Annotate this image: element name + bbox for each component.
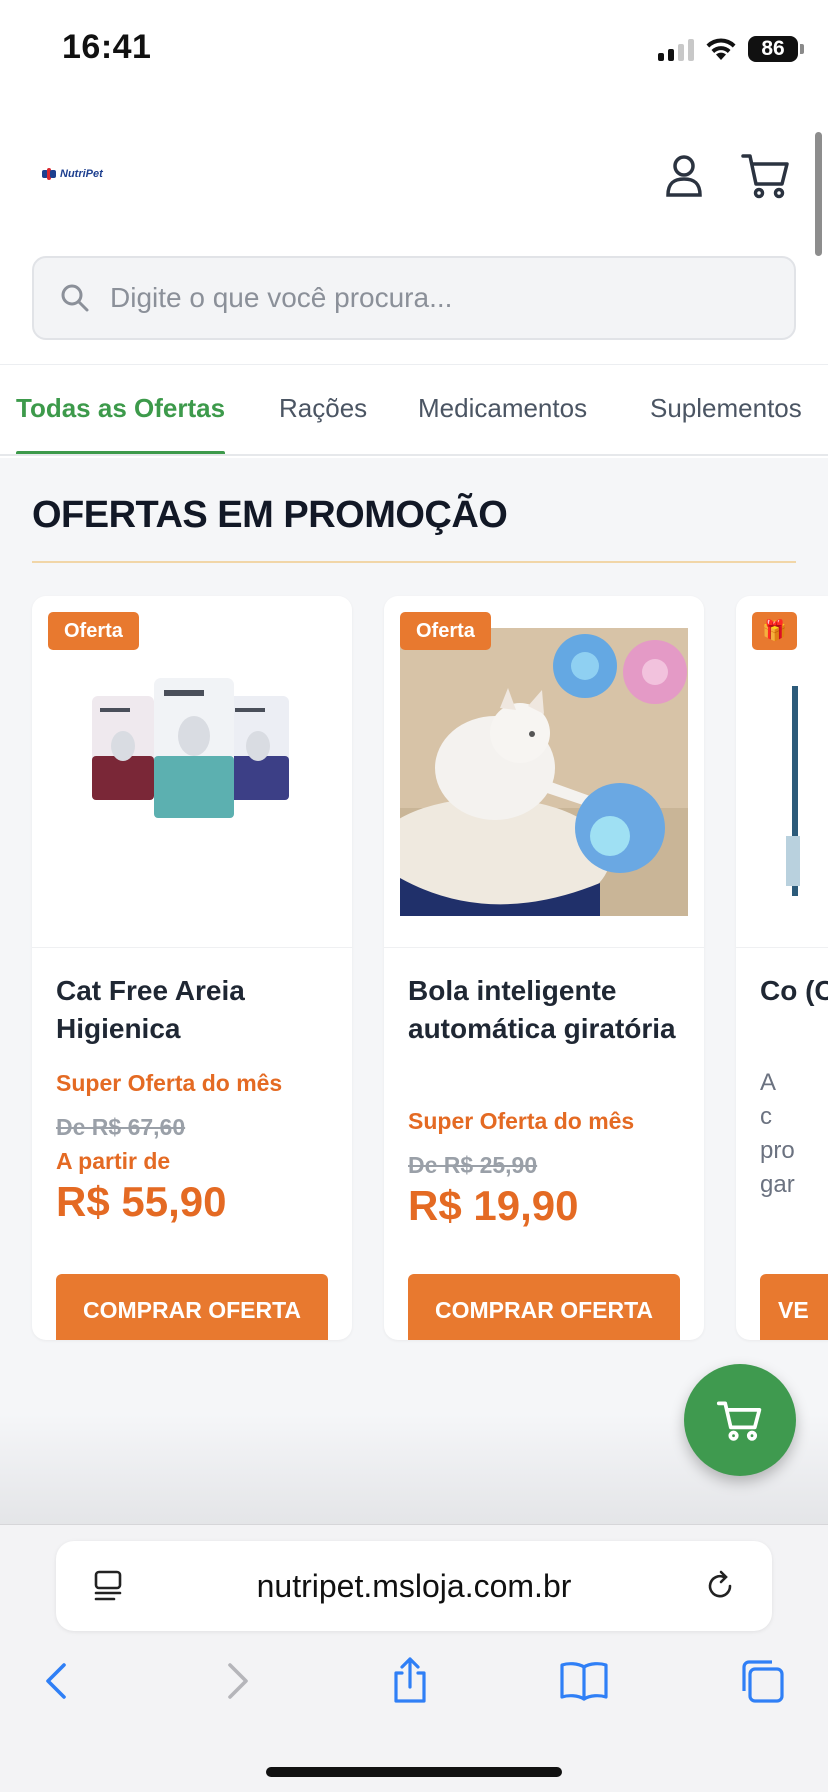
page-scrollbar[interactable] — [815, 132, 822, 256]
user-account-icon[interactable] — [658, 150, 710, 202]
category-tabs: Todas as Ofertas Rações Medicamentos Sup… — [0, 366, 828, 456]
price: R$ 19,90 — [408, 1182, 579, 1229]
floating-cart-button[interactable] — [684, 1364, 796, 1476]
offer-badge: Oferta — [48, 612, 139, 650]
section-divider — [32, 561, 796, 563]
old-price: De R$ 67,60 — [56, 1114, 186, 1140]
view-button[interactable]: VE — [760, 1274, 828, 1340]
logo-mark-icon — [42, 168, 56, 180]
logo-text: NutriPet — [60, 168, 103, 180]
status-indicators: 86 — [658, 32, 804, 66]
tab-racoes[interactable]: Rações — [279, 366, 367, 454]
product-image — [786, 686, 800, 896]
product-title[interactable]: Bola inteligente automática giratória — [408, 972, 688, 1048]
nutripet-logo[interactable]: NutriPet — [42, 168, 103, 180]
wifi-icon — [706, 38, 736, 60]
tab-suplementos[interactable]: Suplementos — [650, 366, 802, 454]
cellular-signal-icon — [658, 37, 694, 61]
offer-badge: Oferta — [400, 612, 491, 650]
promo-label: Super Oferta do mês — [408, 1108, 635, 1134]
site-header: NutriPet — [0, 120, 828, 230]
promo-label: Super Oferta do mês — [56, 1070, 283, 1096]
old-price: De R$ 25,90 — [408, 1152, 538, 1178]
share-icon[interactable] — [382, 1653, 438, 1709]
product-title[interactable]: Cat Free Areia Higienica — [56, 972, 336, 1048]
status-time: 16:41 — [62, 28, 152, 66]
search-icon — [61, 284, 89, 312]
product-image-area: Oferta — [32, 596, 352, 948]
url-text: nutripet.msloja.com.br — [256, 1568, 572, 1604]
tab-medicamentos[interactable]: Medicamentos — [418, 366, 587, 454]
buy-offer-button[interactable]: COMPRAR OFERTA — [56, 1274, 328, 1340]
price: R$ 55,90 — [56, 1178, 227, 1225]
battery-icon: 86 — [748, 36, 804, 62]
forward-icon[interactable] — [208, 1653, 264, 1709]
browser-toolbar: nutripet.msloja.com.br — [0, 1524, 828, 1792]
section-title: OFERTAS EM PROMOÇÃO — [32, 494, 508, 536]
cart-icon[interactable] — [740, 150, 792, 202]
product-card[interactable]: Oferta Cat Free Areia Higienica Super Of… — [32, 596, 352, 1340]
bookmarks-icon[interactable] — [556, 1653, 612, 1709]
product-image-smart-ball — [400, 628, 688, 916]
from-label: A partir de — [56, 1148, 171, 1174]
gift-badge: 🎁 — [752, 612, 797, 650]
reload-icon[interactable] — [700, 1566, 740, 1606]
offers-section: OFERTAS EM PROMOÇÃO Oferta Cat Free Arei… — [0, 458, 828, 1524]
tabs-icon[interactable] — [734, 1653, 790, 1709]
status-bar: 16:41 86 — [0, 0, 828, 100]
product-card[interactable]: Oferta Bola inteligente automática girat… — [384, 596, 704, 1340]
home-indicator[interactable] — [266, 1767, 562, 1777]
search-placeholder: Digite o que você procura... — [110, 282, 453, 313]
cart-icon — [716, 1401, 762, 1441]
search-input[interactable]: Digite o que você procura... — [32, 256, 796, 340]
back-icon[interactable] — [30, 1653, 86, 1709]
address-bar[interactable]: nutripet.msloja.com.br — [56, 1541, 772, 1631]
product-description: A c pro gar — [760, 1069, 795, 1198]
product-title[interactable]: Co (Ca — [760, 972, 828, 1010]
product-image-area: 🎁 — [736, 596, 828, 948]
divider — [0, 364, 828, 365]
tab-todas-as-ofertas[interactable]: Todas as Ofertas — [16, 366, 226, 454]
product-card[interactable]: 🎁 Co (Ca A c pro gar VE — [736, 596, 828, 1340]
product-image-area: Oferta — [384, 596, 704, 948]
buy-offer-button[interactable]: COMPRAR OFERTA — [408, 1274, 680, 1340]
